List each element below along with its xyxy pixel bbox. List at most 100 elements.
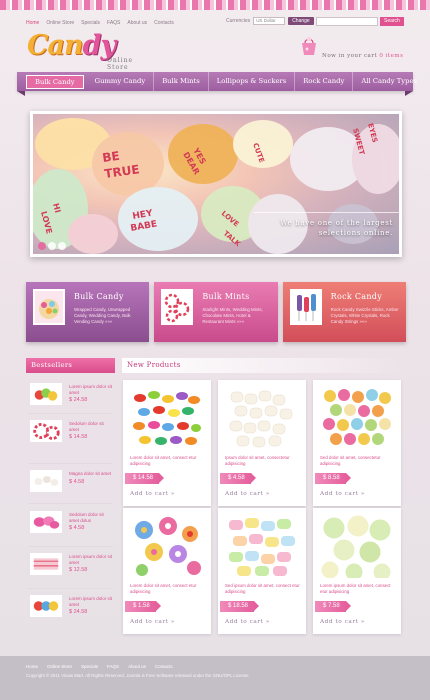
add-to-cart-button[interactable]: Add to cart » [130,619,175,625]
product-image-jellybeans[interactable] [130,386,203,450]
product-card: Sed ipsum dolor sit amet, consect etur a… [218,508,306,634]
bestseller-name[interactable]: Lorem ipsum dolor sit amet [69,384,115,395]
add-to-cart-button[interactable]: Add to cart » [225,619,270,625]
nav-lollipops[interactable]: Lollipops & Suckers [209,72,296,91]
top-link-home[interactable]: Home [26,20,39,26]
cart-text: Now in your cart 0 items [322,53,403,59]
promo-bulk-candy[interactable]: Bulk Candy Wrapped Candy, Unwrapped Cand… [26,282,150,342]
product-image-flower-candy[interactable] [130,514,203,578]
product-price: $ 4.58 [220,473,256,484]
slider-dot-2[interactable] [48,242,56,250]
nav-gummy-candy[interactable]: Gummy Candy [87,72,155,91]
bestseller-name[interactable]: Sedolum dolor sit amet [69,421,115,432]
add-to-cart-button[interactable]: Add to cart » [130,491,175,497]
cart-count: 0 items [379,53,404,59]
bestseller-price: $ 24.58 [69,609,88,616]
footer-links: Home Online Store Specials FAQS About us… [26,664,173,669]
add-to-cart-button[interactable]: Add to cart » [225,491,270,497]
divider [28,588,113,589]
bestseller-item[interactable]: Lorem ipsum dolor sit amet $ 12.58 [26,552,115,579]
bestseller-name[interactable]: Lorem ipsum dolor sit amet [69,596,115,607]
slider-caption-line1: We have one of the largest [280,219,393,227]
nav-bulk-candy[interactable]: Bulk Candy [26,74,84,89]
main-navigation: Bulk Candy Gummy Candy Bulk Mints Lollip… [17,72,417,96]
product-desc[interactable]: Ipsum dolor sit amet, consectetur adipis… [225,455,300,466]
search-input[interactable] [316,17,378,26]
footer-link-home[interactable]: Home [26,664,38,669]
bestseller-item[interactable]: Lorem ipsum dolor sit amet $ 24.58 [26,594,115,621]
product-image-mint-wafers[interactable] [320,514,393,578]
product-card: Lorem ipsum dolor sit amet, consect etur… [313,508,401,634]
footer-link-faqs[interactable]: FAQS [107,664,119,669]
promo-bulk-mints-title: Bulk Mints [202,292,250,301]
top-link-contacts[interactable]: Contacts [154,20,174,26]
top-link-about[interactable]: About us [127,20,147,26]
promo-rock-candy-title: Rock Candy [330,292,383,301]
cart-summary[interactable]: Now in your cart 0 items [290,34,410,64]
bestseller-item[interactable]: Magna dolor sit amet $ 4.58 [26,469,115,496]
product-desc[interactable]: Lorem ipsum dolor sit amet, consect etur… [320,583,395,594]
slider-pager [38,242,66,250]
product-desc[interactable]: Lorem dolor sit amet, consect etur adipi… [130,583,205,594]
divider [28,546,113,547]
bestseller-image [30,553,62,575]
bestseller-image [30,383,62,405]
site-logo[interactable]: Candy Online Store [27,30,157,75]
bestseller-item[interactable]: Sedolum dolor sit amet dolus $ 4.58 [26,510,115,537]
promo-rock-candy[interactable]: Rock Candy Rock Candy Swizzle Sticks, Am… [282,282,406,342]
add-to-cart-button[interactable]: Add to cart » [320,619,365,625]
product-price: $ 18.58 [220,601,260,612]
product-image-candy-corn[interactable] [320,386,393,450]
footer-link-about[interactable]: About us [128,664,146,669]
category-promos: Bulk Candy Wrapped Candy, Unwrapped Cand… [26,282,406,342]
bestseller-name[interactable]: Magna dolor sit amet [69,471,115,477]
product-card: Sed dolor sit amet, consectetur adipisic… [313,380,401,506]
bestseller-item[interactable]: Sedolum dolor sit amet $ 14.58 [26,419,115,446]
bestseller-item[interactable]: Lorem ipsum dolor sit amet $ 24.58 [26,382,115,409]
search-box: Search [316,17,404,26]
product-image-marshmallows[interactable] [225,386,298,450]
slider-dot-1[interactable] [38,242,46,250]
nav-bulk-mints[interactable]: Bulk Mints [154,72,209,91]
add-to-cart-button[interactable]: Add to cart » [320,491,365,497]
bestseller-price: $ 12.58 [69,567,88,574]
currency-change-button[interactable]: Change [288,17,314,25]
slider-dot-3[interactable] [58,242,66,250]
footer-copyright: Copyright © 2011 Vinaw Mart. All Rights … [26,673,249,678]
top-stripes [0,0,430,10]
divider [28,463,113,464]
hero-slider[interactable]: BE TRUE YES DEAR CUTE HEY BABE HI LOVE S… [30,111,402,257]
currency-label: Currencies [226,18,251,24]
footer-link-contacts[interactable]: Contacts [155,664,173,669]
footer-link-specials[interactable]: Specials [81,664,98,669]
product-price: $ 8.58 [315,473,351,484]
currency-switcher: Currencies US Dollar Change [226,17,314,25]
product-price: $ 1.58 [125,601,161,612]
search-button[interactable]: Search [380,17,404,26]
nav-rock-candy[interactable]: Rock Candy [295,72,354,91]
cart-label: Now in your cart [322,53,378,59]
bestsellers-heading: Bestsellers [26,358,115,373]
top-link-faqs[interactable]: FAQS [107,20,120,26]
product-desc[interactable]: Lorem dolor sit amet, consect etur adipi… [130,455,205,466]
product-price: $ 7.58 [315,601,351,612]
nav-all-candy-types[interactable]: All Candy Types [353,72,425,91]
top-links: Home Online Store Specials FAQS About us… [26,20,174,26]
product-desc[interactable]: Sed ipsum dolor sit amet, consect etur a… [225,583,300,594]
top-bar: Home Online Store Specials FAQS About us… [26,17,406,29]
bestseller-name[interactable]: Sedolum dolor sit amet dolus [69,512,115,523]
currency-select[interactable]: US Dollar [253,17,286,25]
product-image-pastel-candy[interactable] [225,514,298,578]
footer-link-online-store[interactable]: Online Store [47,664,72,669]
bestseller-image [30,511,62,533]
bestseller-price: $ 14.58 [69,434,88,441]
promo-bulk-mints[interactable]: Bulk Mints Starlight Mints, Wedding Mint… [154,282,278,342]
top-link-online-store[interactable]: Online Store [46,20,74,26]
top-link-specials[interactable]: Specials [81,20,100,26]
promo-bulk-mints-image [161,289,194,325]
product-card: Lorem dolor sit amet, consect etur adipi… [123,380,211,506]
divider [28,413,113,414]
product-card: Ipsum dolor sit amet, consectetur adipis… [218,380,306,506]
bestseller-name[interactable]: Lorem ipsum dolor sit amet [69,554,115,565]
product-desc[interactable]: Sed dolor sit amet, consectetur adipisic… [320,455,395,466]
